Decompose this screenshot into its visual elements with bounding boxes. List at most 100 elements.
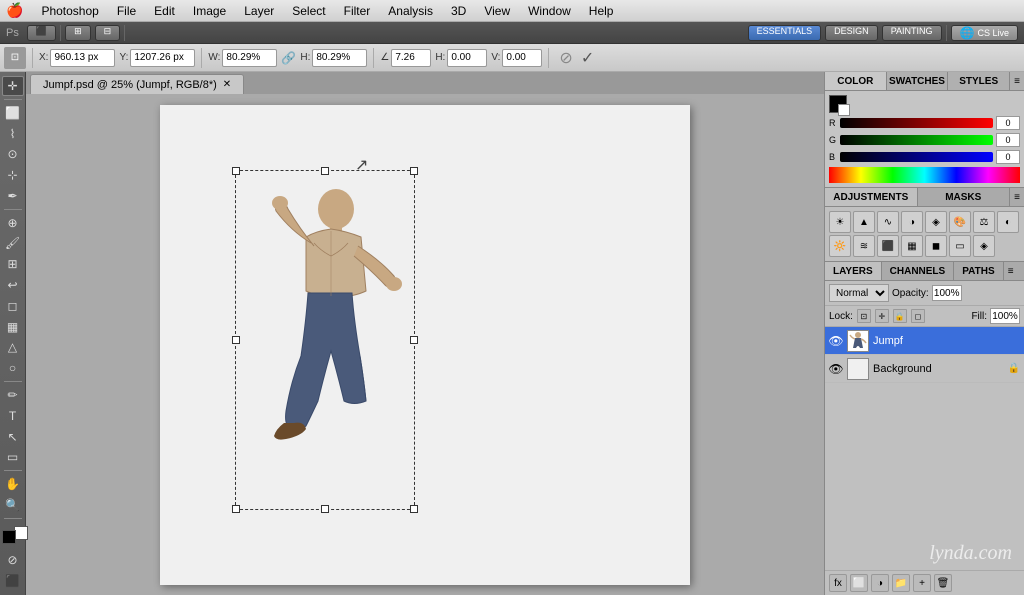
- apple-menu[interactable]: 🍎: [6, 2, 23, 19]
- bw-btn[interactable]: ◐: [997, 211, 1019, 233]
- cancel-transform-icon[interactable]: ⊘: [559, 48, 572, 68]
- layer-vis-jumpf[interactable]: 👁: [829, 334, 843, 348]
- g-slider[interactable]: [840, 135, 993, 145]
- fill-input[interactable]: [990, 308, 1020, 324]
- threshold-btn[interactable]: ◼: [925, 235, 947, 257]
- tab-color[interactable]: COLOR: [825, 72, 887, 90]
- lock-transparency-icon[interactable]: ◻: [911, 309, 925, 323]
- path-selection-tool[interactable]: ↖: [2, 427, 24, 447]
- menu-image[interactable]: Image: [185, 2, 234, 20]
- arrange-btn2[interactable]: ⊟: [95, 25, 121, 41]
- b-value-input[interactable]: [996, 150, 1020, 164]
- eraser-tool[interactable]: ◻: [2, 296, 24, 316]
- foreground-color[interactable]: [2, 530, 16, 544]
- move-tool[interactable]: ✛: [2, 76, 24, 96]
- tab-adjustments[interactable]: ADJUSTMENTS: [825, 188, 918, 206]
- tab-paths[interactable]: PATHS: [954, 262, 1003, 280]
- blur-tool[interactable]: △: [2, 338, 24, 358]
- link-proportions-icon[interactable]: 🔗: [281, 51, 296, 65]
- stamp-tool[interactable]: ⊞: [2, 254, 24, 274]
- menu-window[interactable]: Window: [520, 2, 579, 20]
- blend-mode-select[interactable]: Normal Multiply Screen: [829, 284, 889, 302]
- healing-tool[interactable]: ⊕: [2, 213, 24, 233]
- history-brush-tool[interactable]: ↩: [2, 275, 24, 295]
- selective-color-btn[interactable]: ◈: [973, 235, 995, 257]
- workspace-mode-btn[interactable]: ⬛: [27, 25, 56, 41]
- gradient-map-btn[interactable]: ▭: [949, 235, 971, 257]
- arrange-btn[interactable]: ⊞: [65, 25, 91, 41]
- photo-filter-btn[interactable]: 🔆: [829, 235, 851, 257]
- handle-bottom-right[interactable]: [410, 505, 418, 513]
- marquee-tool[interactable]: ⬜: [2, 103, 24, 123]
- painting-btn[interactable]: PAINTING: [882, 25, 942, 41]
- layers-panel-options[interactable]: ≡: [1004, 262, 1018, 280]
- quick-mask-btn[interactable]: ⊘: [2, 550, 24, 570]
- layer-row-background[interactable]: 👁 Background 🔒: [825, 355, 1024, 383]
- handle-middle-left[interactable]: [232, 336, 240, 344]
- menu-view[interactable]: View: [476, 2, 518, 20]
- menu-edit[interactable]: Edit: [146, 2, 183, 20]
- handle-top-middle[interactable]: [321, 167, 329, 175]
- bg-color-mini[interactable]: [838, 104, 850, 116]
- opacity-input[interactable]: [932, 285, 962, 301]
- handle-bottom-middle[interactable]: [321, 505, 329, 513]
- adj-panel-options[interactable]: ≡: [1010, 188, 1024, 206]
- curves-btn[interactable]: ∿: [877, 211, 899, 233]
- color-panel-options[interactable]: ≡: [1010, 72, 1024, 90]
- canvas-content[interactable]: ↗: [26, 94, 824, 595]
- menu-filter[interactable]: Filter: [336, 2, 379, 20]
- new-adjustment-layer-btn[interactable]: ◑: [871, 574, 889, 592]
- b-slider[interactable]: [840, 152, 993, 162]
- handle-top-left[interactable]: [232, 167, 240, 175]
- tab-channels[interactable]: CHANNELS: [882, 262, 955, 280]
- y-input[interactable]: [130, 49, 195, 67]
- channel-mixer-btn[interactable]: ≋: [853, 235, 875, 257]
- brush-tool[interactable]: 🖌: [2, 234, 24, 254]
- lock-position-icon[interactable]: ✛: [875, 309, 889, 323]
- handle-top-right[interactable]: [410, 167, 418, 175]
- layer-vis-bg[interactable]: 👁: [829, 362, 843, 376]
- r-value-input[interactable]: [996, 116, 1020, 130]
- gradient-tool[interactable]: ▦: [2, 317, 24, 337]
- layer-row-jumpf[interactable]: 👁 Jumpf: [825, 327, 1024, 355]
- transform-layer[interactable]: [235, 170, 415, 510]
- new-group-btn[interactable]: 📁: [892, 574, 910, 592]
- handle-middle-right[interactable]: [410, 336, 418, 344]
- handle-bottom-left[interactable]: [232, 505, 240, 513]
- menu-layer[interactable]: Layer: [236, 2, 282, 20]
- angle-input[interactable]: [391, 49, 431, 67]
- menu-select[interactable]: Select: [284, 2, 333, 20]
- design-btn[interactable]: DESIGN: [825, 25, 878, 41]
- menu-photoshop[interactable]: Photoshop: [33, 2, 106, 20]
- hue-sat-btn[interactable]: 🎨: [949, 211, 971, 233]
- vibrance-btn[interactable]: ◈: [925, 211, 947, 233]
- eyedropper-tool[interactable]: ✒: [2, 186, 24, 206]
- color-balance-btn[interactable]: ⚖: [973, 211, 995, 233]
- tab-swatches[interactable]: SWATCHES: [887, 72, 949, 90]
- x-input[interactable]: [50, 49, 115, 67]
- menu-analysis[interactable]: Analysis: [380, 2, 441, 20]
- lock-pixels-icon[interactable]: ⊡: [857, 309, 871, 323]
- tab-masks[interactable]: MASKS: [918, 188, 1011, 206]
- tab-styles[interactable]: STYLES: [948, 72, 1010, 90]
- v-skew-input[interactable]: [502, 49, 542, 67]
- zoom-tool[interactable]: 🔍: [2, 495, 24, 515]
- canvas-tab[interactable]: Jumpf.psd @ 25% (Jumpf, RGB/8*) ✕: [30, 74, 244, 94]
- menu-help[interactable]: Help: [581, 2, 622, 20]
- exposure-btn[interactable]: ◑: [901, 211, 923, 233]
- lasso-tool[interactable]: ⌇: [2, 124, 24, 144]
- crop-tool[interactable]: ⊹: [2, 165, 24, 185]
- add-layer-style-btn[interactable]: fx: [829, 574, 847, 592]
- menu-file[interactable]: File: [109, 2, 144, 20]
- screen-mode-btn[interactable]: ⬛: [2, 571, 24, 591]
- quickselect-tool[interactable]: ⊙: [2, 145, 24, 165]
- h-skew-input[interactable]: [447, 49, 487, 67]
- cs-live-btn[interactable]: 🌐 CS Live: [951, 25, 1018, 41]
- text-tool[interactable]: T: [2, 406, 24, 426]
- posterize-btn[interactable]: ▦: [901, 235, 923, 257]
- background-color[interactable]: [14, 526, 28, 540]
- essentials-btn[interactable]: ESSENTIALS: [748, 25, 822, 41]
- lock-all-icon[interactable]: 🔒: [893, 309, 907, 323]
- hand-tool[interactable]: ✋: [2, 474, 24, 494]
- pen-tool[interactable]: ✏: [2, 385, 24, 405]
